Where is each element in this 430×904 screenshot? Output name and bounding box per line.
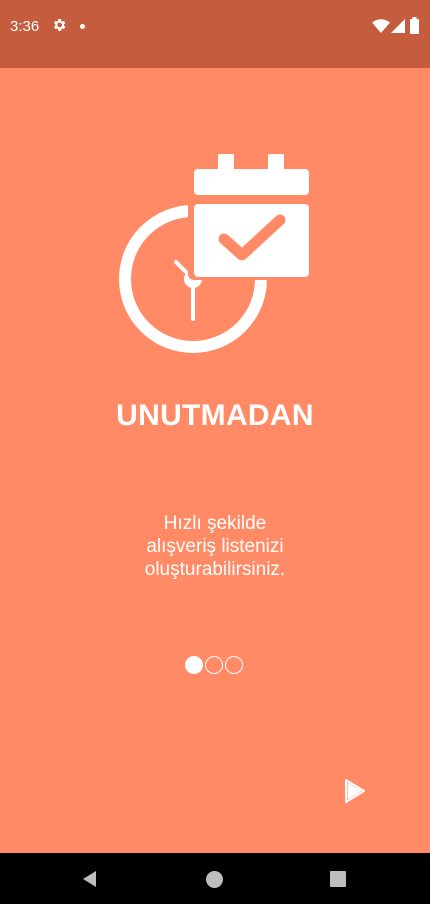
status-bar: 3:36 — [0, 0, 430, 68]
page-indicator — [185, 656, 243, 676]
description-line: Hızlı şekilde — [163, 513, 267, 534]
onboarding-title: UNUTMADAN — [116, 399, 314, 432]
back-icon[interactable] — [80, 869, 100, 889]
wifi-icon — [372, 19, 390, 33]
page-dot[interactable] — [225, 656, 243, 674]
next-button[interactable] — [340, 776, 370, 806]
play-arrow-icon — [345, 779, 365, 803]
onboarding-screen: UNUTMADAN Hızlı şekilde alışveriş listen… — [0, 68, 430, 853]
home-icon[interactable] — [206, 871, 223, 888]
status-time: 3:36 — [10, 18, 40, 35]
notification-dot-icon — [80, 24, 85, 29]
battery-icon — [410, 17, 419, 34]
onboarding-description: Hızlı şekilde alışveriş listenizi oluştu… — [0, 512, 430, 581]
page-dot-active[interactable] — [185, 656, 203, 674]
recents-icon[interactable] — [330, 871, 346, 887]
calendar-clock-check-icon — [119, 154, 312, 353]
navigation-bar — [0, 853, 430, 904]
description-line: oluşturabilirsiniz. — [144, 559, 286, 580]
description-line: alışveriş listenizi — [146, 536, 284, 557]
gear-icon — [53, 19, 66, 31]
page-dot[interactable] — [205, 656, 223, 674]
signal-icon — [391, 19, 405, 33]
